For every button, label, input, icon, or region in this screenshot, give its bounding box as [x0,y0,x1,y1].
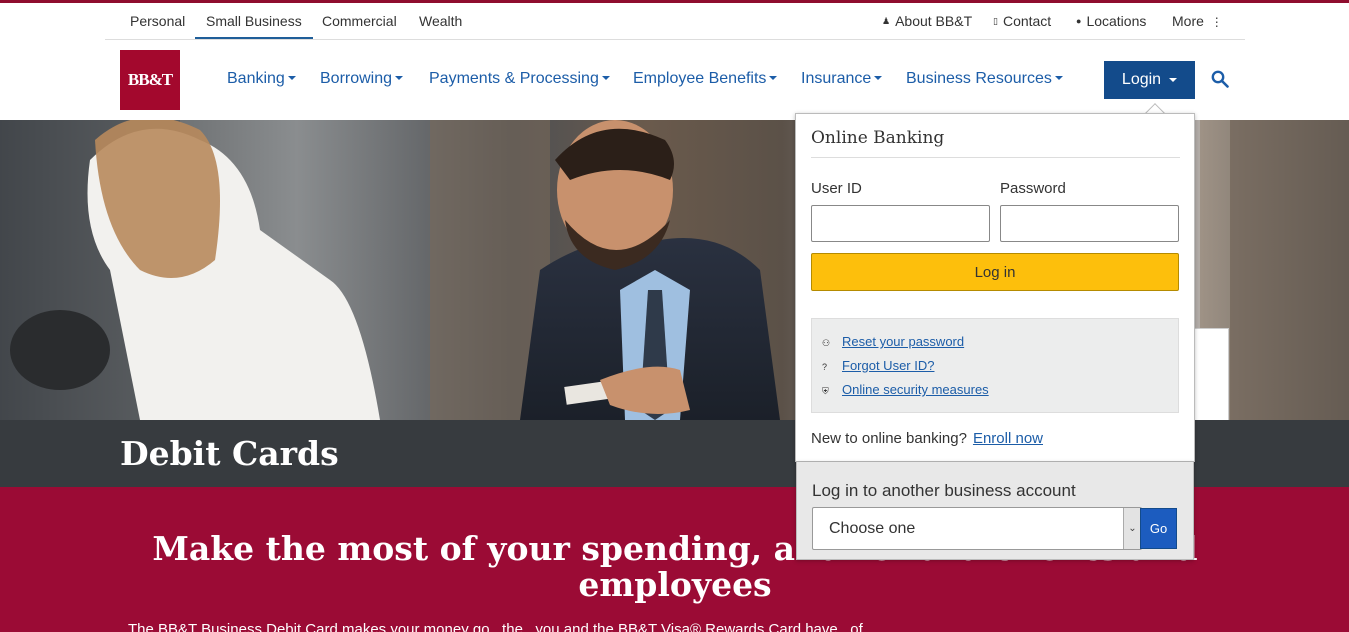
user-id-label: User ID [811,180,862,197]
nav-payments-processing[interactable]: Payments & Processing [429,70,610,88]
main-header: BB&T Banking Borrowing Payments & Proces… [0,40,1349,120]
caret-down-icon [395,76,404,80]
more-menu[interactable]: More ⋮ [1172,3,1223,39]
security-measures-link[interactable]: ⛨ Online security measures [822,382,989,397]
caret-down-icon [769,76,778,80]
segment-wealth[interactable]: Wealth [419,3,462,39]
kebab-icon: ⋮ [1210,15,1223,29]
log-in-button[interactable]: Log in [811,253,1179,291]
segment-commercial[interactable]: Commercial [322,3,397,39]
caret-down-icon [601,76,610,80]
forgot-user-id-link[interactable]: ? Forgot User ID? [822,358,934,373]
caret-down-icon [1169,78,1178,82]
user-id-input[interactable] [812,206,989,241]
enroll-row: New to online banking? Enroll now [811,430,1043,447]
caret-down-icon [874,76,883,80]
other-account-label: Log in to another business account [812,481,1076,500]
contact-link[interactable]: ▯ Contact [993,3,1051,39]
caret-down-icon [287,76,296,80]
search-icon[interactable] [1211,70,1229,88]
nav-business-resources[interactable]: Business Resources [906,70,1063,88]
enroll-now-link[interactable]: Enroll now [973,430,1043,447]
nav-employee-benefits[interactable]: Employee Benefits [633,70,778,88]
person-icon: ♟ [882,16,891,26]
nav-borrowing[interactable]: Borrowing [320,70,404,88]
login-panel-title: Online Banking [811,128,1180,158]
account-select[interactable]: Choose one ⌄ [812,507,1142,550]
key-icon: ⚇ [822,338,831,348]
other-account-panel: Log in to another business account Choos… [796,462,1194,560]
utility-bar: Personal Small Business Commercial Wealt… [105,3,1245,40]
location-pin-icon: ● [1076,16,1082,26]
phone-icon: ▯ [993,16,998,26]
caret-down-icon [1054,76,1063,80]
segment-personal[interactable]: Personal [130,3,185,39]
nav-insurance[interactable]: Insurance [801,70,883,88]
page-title: Debit Cards [120,434,339,473]
question-icon: ? [822,362,828,372]
chevron-down-icon: ⌄ [1123,508,1141,549]
account-select-value: Choose one [829,520,916,537]
login-panel: Online Banking User ID Password Log in ⚇… [795,113,1195,462]
help-links-box: ⚇ Reset your password ? Forgot User ID? ⛨ O… [811,318,1179,413]
promo-text: The BB&T Business Debit Card makes your … [128,621,876,632]
segment-small-business[interactable]: Small Business [195,3,313,39]
password-field-wrap [1000,205,1179,242]
user-id-field-wrap [811,205,990,242]
about-link[interactable]: ♟ About BB&T [882,3,972,39]
nav-banking[interactable]: Banking [227,70,296,88]
go-button[interactable]: Go [1140,508,1177,549]
locations-link[interactable]: ● Locations [1076,3,1146,39]
password-input[interactable] [1001,206,1178,241]
login-button[interactable]: Login [1104,61,1195,99]
bbt-logo[interactable]: BB&T [120,50,180,110]
shield-icon: ⛨ [822,386,829,396]
password-label: Password [1000,180,1066,197]
reset-password-link[interactable]: ⚇ Reset your password [822,334,964,349]
